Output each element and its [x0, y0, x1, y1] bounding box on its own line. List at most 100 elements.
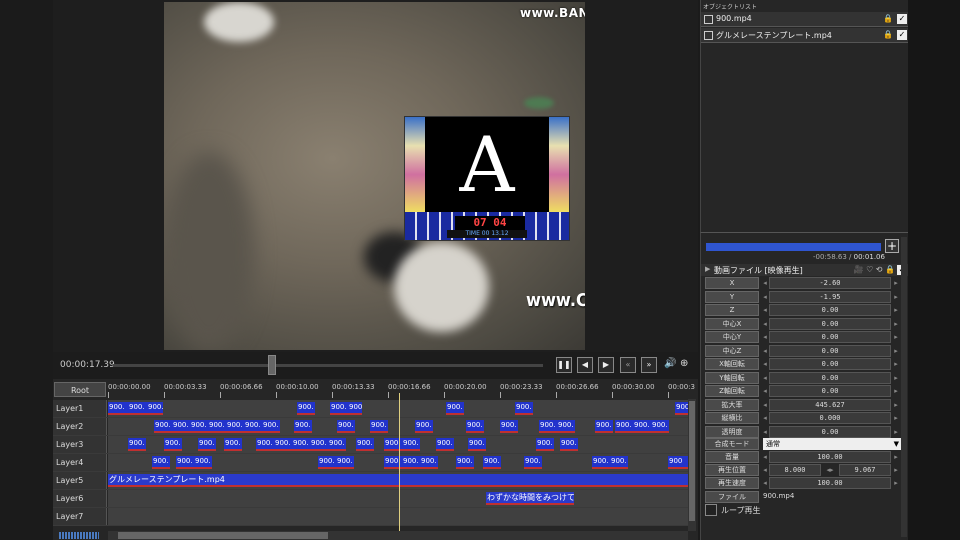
property-value[interactable]: -2.60 — [769, 277, 891, 289]
timeline-clip[interactable]: 900. — [466, 420, 484, 433]
range-arrows[interactable]: ◂▸ — [823, 464, 837, 476]
pause-button[interactable]: ❚❚ — [556, 357, 572, 373]
timeline-clip[interactable]: 900. — [244, 420, 262, 433]
increment-arrow[interactable]: ▸ — [892, 304, 900, 316]
timeline-clip[interactable]: 900. — [194, 456, 212, 469]
timeline-clip[interactable]: 900 — [668, 456, 688, 469]
decrement-arrow[interactable]: ◂ — [761, 451, 769, 463]
layer-lane[interactable]: わずかな時間をみつけて — [108, 490, 688, 507]
timeline-clip[interactable]: 900. — [198, 438, 216, 451]
timeline-clip[interactable]: 900. — [164, 438, 182, 451]
blend-mode-select[interactable]: 通常 ▼ — [763, 438, 901, 450]
layer-label[interactable]: Layer3 — [53, 436, 107, 453]
increment-arrow[interactable]: ▸ — [892, 451, 900, 463]
add-effect-button[interactable]: + — [885, 239, 899, 253]
timeline-clip[interactable]: 900. — [446, 402, 464, 415]
timeline-clip[interactable]: 900. — [208, 420, 226, 433]
increment-arrow[interactable]: ▸ — [892, 477, 900, 489]
timeline-clip[interactable]: 900. — [539, 420, 557, 433]
timeline-clip[interactable]: 900. — [172, 420, 190, 433]
layer-label[interactable]: Layer5 — [53, 472, 107, 489]
timeline-clip[interactable]: 900. — [651, 420, 669, 433]
timeline-clip[interactable]: 900. — [297, 402, 315, 415]
properties-scrollbar[interactable] — [901, 237, 907, 537]
timeline-clip[interactable]: 900. — [330, 402, 348, 415]
decrement-arrow[interactable]: ◂ — [761, 399, 769, 411]
game-overlay[interactable]: A 07 04 TIME 00 13.12 — [404, 116, 570, 241]
increment-arrow[interactable]: ▸ — [892, 399, 900, 411]
rewind-button[interactable]: « — [620, 357, 636, 373]
timeline-clip[interactable]: 900. — [592, 456, 610, 469]
layer-lane[interactable] — [108, 508, 688, 525]
timeline-clip[interactable]: グルメレーステンプレート.mp4 — [108, 474, 688, 487]
layer-lane[interactable]: 900. 900. 900. 900. 900. 900. 900. 900. 900. 900.… — [108, 454, 688, 471]
timeline-clip[interactable]: 900. — [274, 438, 292, 451]
decrement-arrow[interactable]: ◂ — [761, 385, 769, 397]
timeline-clip[interactable]: 900. — [557, 420, 575, 433]
zoom-icon[interactable]: ⊕ — [680, 358, 688, 369]
timeline-clip[interactable]: 900. — [310, 438, 328, 451]
timeline-clip[interactable]: 900. — [226, 420, 244, 433]
visibility-checkbox[interactable]: ✓ — [897, 14, 907, 24]
timeline-clip[interactable]: 900. — [436, 438, 454, 451]
timeline-hscroll-thumb[interactable] — [118, 532, 328, 539]
timeline-clip[interactable]: 900. — [328, 438, 346, 451]
timeline-clip[interactable]: 900. — [292, 438, 310, 451]
timeline-clip[interactable]: 900. — [337, 420, 355, 433]
increment-arrow[interactable]: ▸ — [892, 464, 900, 476]
decrement-arrow[interactable]: ◂ — [761, 318, 769, 330]
decrement-arrow[interactable]: ◂ — [761, 291, 769, 303]
property-value[interactable]: 0.00 — [769, 331, 891, 343]
property-header-icons[interactable]: 🎥 ♡ ⟲ 🔒 — [854, 265, 895, 274]
timeline-horizontal-scrollbar[interactable] — [108, 531, 688, 540]
property-value[interactable]: 0.00 — [769, 425, 891, 438]
timeline-clip[interactable]: 900. — [560, 438, 578, 451]
prev-frame-button[interactable]: ◀ — [577, 357, 593, 373]
timeline-clip[interactable]: 900. — [356, 438, 374, 451]
increment-arrow[interactable]: ▸ — [892, 426, 900, 438]
volume-value[interactable]: 100.00 — [769, 451, 891, 463]
property-value[interactable]: 445.627 — [769, 398, 891, 411]
root-button[interactable]: Root — [54, 382, 106, 397]
timeline-clip[interactable]: 900. — [190, 420, 208, 433]
decrement-arrow[interactable]: ◂ — [761, 372, 769, 384]
timeline-vertical-scrollbar[interactable] — [688, 399, 696, 531]
seek-track[interactable] — [113, 364, 543, 367]
timeline-clip[interactable]: 900. — [128, 402, 148, 415]
layer-lane[interactable]: 900.900.900.900.900.900.900.900.900 — [108, 400, 688, 417]
timeline-clip[interactable]: 900. — [336, 456, 354, 469]
timeline-clip[interactable]: 900. — [154, 420, 172, 433]
timeline-clip[interactable]: 900. — [524, 456, 542, 469]
timeline-vscroll-thumb[interactable] — [689, 401, 695, 521]
layer-lane[interactable]: グルメレーステンプレート.mp4 — [108, 472, 688, 489]
timeline-clip[interactable]: 900. — [468, 438, 486, 451]
timeline-clip[interactable]: 900. — [294, 420, 312, 433]
layer-label[interactable]: Layer7 — [53, 508, 107, 525]
layer-lane[interactable]: 900. 900. 900. 900. 900. 900. 900. 900. 900. 900.… — [108, 418, 688, 435]
timeline-clip[interactable]: 900. — [256, 438, 274, 451]
volume-icon[interactable]: 🔊 — [664, 358, 676, 369]
timeline-zoom-indicator[interactable] — [59, 532, 99, 539]
timeline-clip[interactable]: 900. — [348, 402, 362, 415]
timeline-clip[interactable]: 900. — [415, 420, 433, 433]
increment-arrow[interactable]: ▸ — [892, 291, 900, 303]
property-value[interactable]: 0.00 — [769, 358, 891, 370]
next-frame-button[interactable]: ▶ — [598, 357, 614, 373]
lock-icon[interactable]: 🔒 — [883, 14, 893, 23]
timeline-clip[interactable]: わずかな時間をみつけて — [486, 492, 574, 505]
timeline-clip[interactable]: 900. — [610, 456, 628, 469]
decrement-arrow[interactable]: ◂ — [761, 464, 769, 476]
timeline-playhead[interactable] — [399, 393, 400, 533]
video-preview[interactable]: www.BANDICAM.com www.CheeZ.ne.jp A 07 04… — [164, 2, 585, 350]
layer-label[interactable]: Layer1 — [53, 400, 107, 417]
play-position-start[interactable]: 8.000 — [769, 464, 821, 476]
timeline-ruler[interactable]: 00:00:00.00 00:00:03.33 00:00:06.66 00:00:1… — [108, 379, 695, 399]
clip-range-bar[interactable] — [706, 243, 881, 251]
increment-arrow[interactable]: ▸ — [892, 277, 900, 289]
play-speed-value[interactable]: 100.00 — [769, 477, 891, 489]
timeline-clip[interactable]: 900. — [128, 438, 146, 451]
timeline-clip[interactable]: 900. — [262, 420, 280, 433]
property-value[interactable]: 0.00 — [769, 344, 891, 357]
timeline-clip[interactable]: 900. — [152, 456, 170, 469]
timeline-clip[interactable]: 900. — [456, 456, 474, 469]
